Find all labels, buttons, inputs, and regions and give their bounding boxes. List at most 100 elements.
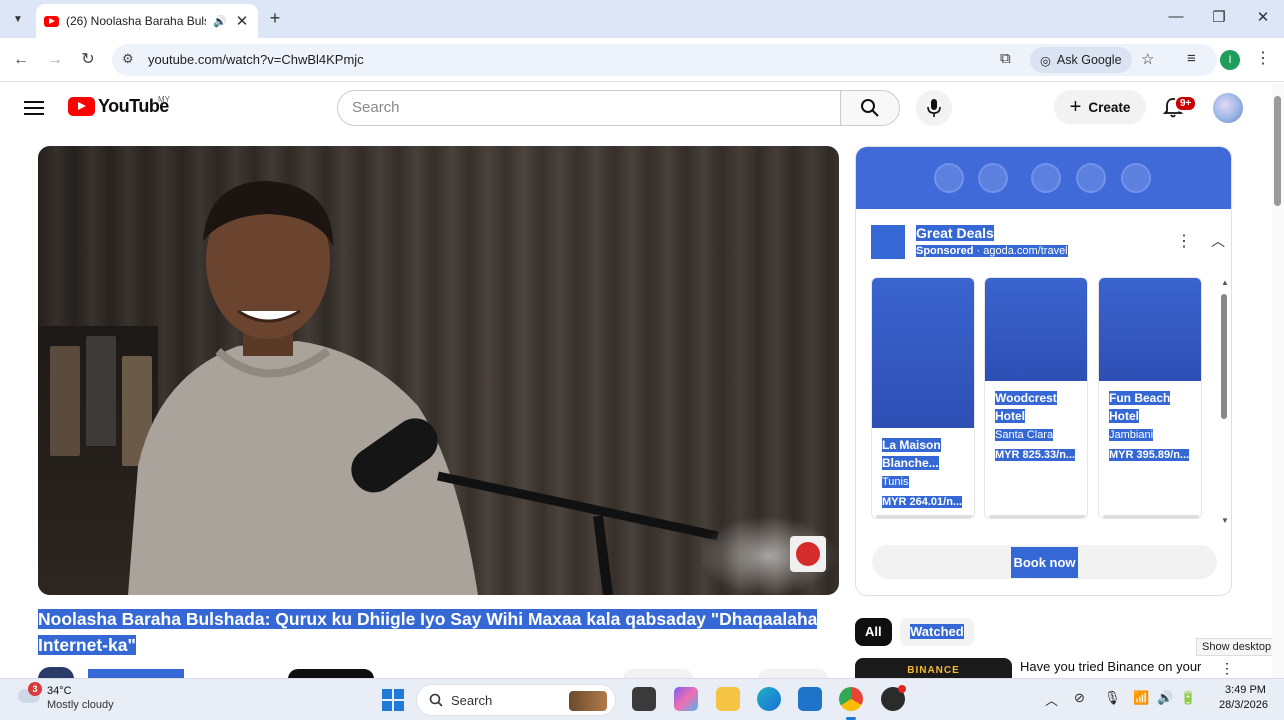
hotel-image (1099, 278, 1201, 381)
browser-menu-icon[interactable]: ⋮ (1255, 48, 1271, 68)
search-icon (429, 693, 443, 707)
create-button[interactable]: + Create (1054, 90, 1146, 124)
restore-icon[interactable]: ❐ (1199, 8, 1239, 26)
hotel-price: MYR 825.33/n... (995, 449, 1076, 461)
sponsored-label: Sponsored (916, 245, 974, 257)
ad-domain: agoda.com/travel (983, 245, 1068, 257)
hotel-name: La Maison Blanche... (882, 438, 941, 470)
media-controls-icon[interactable]: ≡ (1187, 50, 1196, 67)
channel-watermark[interactable] (790, 536, 826, 572)
watermark-logo-icon (796, 542, 820, 566)
youtube-logo[interactable]: YouTube (68, 96, 169, 117)
recommendation-thumbnail[interactable]: BINANCE (855, 658, 1012, 678)
microphone-icon[interactable]: 🎙 (1104, 690, 1121, 706)
back-icon[interactable]: ← (9, 48, 33, 72)
hotel-image (872, 278, 974, 428)
clock-date[interactable]: 28/3/2026 (1219, 699, 1268, 711)
separator: · (976, 245, 981, 257)
tab-title: (26) Noolasha Baraha Bulsh (66, 14, 207, 28)
plus-icon: + (1069, 95, 1082, 118)
app-notification-dot (898, 685, 906, 693)
book-now-button[interactable]: Book now (872, 545, 1217, 579)
chip-watched[interactable]: Watched (900, 618, 974, 646)
page-scrollbar[interactable] (1272, 84, 1284, 678)
country-code: MY (158, 95, 170, 104)
ask-google-button[interactable]: ◎ Ask Google (1030, 47, 1132, 73)
sponsored-ad-panel: Great Deals Sponsored · agoda.com/travel… (855, 146, 1232, 596)
hotel-name: Fun Beach Hotel (1109, 391, 1171, 423)
ask-google-label: Ask Google (1056, 53, 1122, 67)
profile-avatar[interactable]: I (1220, 50, 1240, 70)
hotel-location: Santa Clara (995, 429, 1054, 441)
browser-tab-strip: ▼ (26) Noolasha Baraha Bulsh 🔊 ✕ + — ❐ ✕ (0, 0, 1284, 38)
search-button[interactable] (840, 90, 900, 126)
ad-sponsor-line: Sponsored · agoda.com/travel (916, 245, 1068, 257)
show-desktop-tooltip: Show desktop (1196, 638, 1278, 656)
show-hidden-icons-chevron-icon[interactable]: ︿ (1045, 690, 1058, 709)
search-input[interactable]: Search (337, 90, 841, 126)
chip-all[interactable]: All (855, 618, 892, 646)
notification-count-badge: 9+ (1174, 95, 1198, 112)
youtube-play-icon (68, 97, 95, 116)
wifi-icon[interactable]: 📶 (1133, 690, 1149, 706)
chrome-icon[interactable] (839, 687, 863, 720)
recommendation-more-icon[interactable]: ⋮ (1220, 660, 1234, 677)
hotel-card[interactable]: La Maison Blanche... Tunis MYR 264.01/n.… (871, 277, 975, 519)
new-tab-button[interactable]: + (264, 8, 286, 29)
ad-more-options-icon[interactable]: ⋮ (1176, 231, 1192, 251)
close-window-icon[interactable]: ✕ (1243, 8, 1283, 26)
hotel-price: MYR 395.89/n... (1109, 449, 1190, 461)
weather-alert-badge: 3 (28, 682, 42, 696)
advertiser-name[interactable]: Great Deals (916, 225, 994, 241)
video-title: Noolasha Baraha Bulshada: Qurux ku Dhiig… (38, 606, 838, 658)
hotel-card[interactable]: Woodcrest Hotel Santa Clara MYR 825.33/n… (984, 277, 1088, 519)
taskbar: 3 34°C Mostly cloudy Search ︿ ⊘ 🎙 📶 🔊 🔋 … (0, 678, 1284, 720)
file-explorer-icon[interactable] (716, 687, 740, 711)
edge-icon[interactable] (757, 687, 781, 711)
network-off-icon[interactable]: ⊘ (1074, 690, 1085, 706)
address-bar[interactable]: ⚙ youtube.com/watch?v=ChwBl4KPmjc ⧉ ◎ As… (112, 44, 1217, 76)
advertiser-logo[interactable] (871, 225, 905, 259)
account-avatar[interactable] (1213, 93, 1243, 123)
hotel-image (985, 278, 1087, 381)
weather-temperature[interactable]: 34°C (47, 685, 72, 697)
hotel-card[interactable]: Fun Beach Hotel Jambiani MYR 395.89/n... (1098, 277, 1202, 519)
search-highlight-image (569, 691, 607, 711)
volume-icon[interactable]: 🔊 (1157, 690, 1173, 706)
recommendation-title[interactable]: Have you tried Binance on your (1020, 659, 1201, 674)
hotel-price: MYR 264.01/n... (882, 496, 963, 508)
guide-menu-icon[interactable] (24, 97, 44, 119)
speaker-icon[interactable]: 🔊 (213, 15, 227, 28)
collapse-chevron-icon[interactable]: ︿ (1211, 231, 1225, 251)
browser-tab[interactable]: (26) Noolasha Baraha Bulsh 🔊 ✕ (36, 4, 258, 38)
create-label: Create (1088, 99, 1131, 115)
weather-description[interactable]: Mostly cloudy (47, 699, 114, 711)
video-player[interactable] (38, 146, 839, 595)
hotel-location: Jambiani (1109, 429, 1154, 441)
bookmark-star-icon[interactable]: ☆ (1141, 50, 1154, 68)
site-info-icon[interactable]: ⚙ (122, 51, 134, 67)
install-app-icon[interactable]: ⧉ (1000, 50, 1011, 67)
url-text[interactable]: youtube.com/watch?v=ChwBl4KPmjc (148, 52, 364, 67)
ad-carousel-scrollbar[interactable]: ▲ ▼ (1221, 278, 1229, 525)
clock-time[interactable]: 3:49 PM (1225, 684, 1266, 696)
forward-icon[interactable]: → (43, 48, 67, 72)
hotel-name: Woodcrest Hotel (995, 391, 1057, 423)
copilot-icon[interactable] (674, 687, 698, 711)
search-icon (861, 99, 879, 117)
reload-icon[interactable]: ↻ (76, 48, 100, 72)
battery-icon[interactable]: 🔋 (1180, 690, 1196, 706)
ad-header: Great Deals Sponsored · agoda.com/travel… (871, 223, 1225, 263)
ad-banner[interactable] (856, 147, 1231, 209)
windows-start-icon[interactable] (382, 689, 404, 711)
taskbar-search[interactable]: Search (416, 684, 616, 716)
taskbar-search-label: Search (451, 692, 493, 708)
minimize-icon[interactable]: — (1156, 8, 1196, 25)
ad-scrollbar-thumb[interactable] (1221, 294, 1227, 419)
page-scrollbar-thumb[interactable] (1274, 96, 1281, 206)
tab-search-chevron-icon[interactable]: ▼ (6, 8, 30, 30)
voice-search-button[interactable] (916, 90, 952, 126)
store-icon[interactable] (798, 687, 822, 711)
task-view-icon[interactable] (632, 687, 656, 711)
close-tab-icon[interactable]: ✕ (234, 12, 250, 30)
